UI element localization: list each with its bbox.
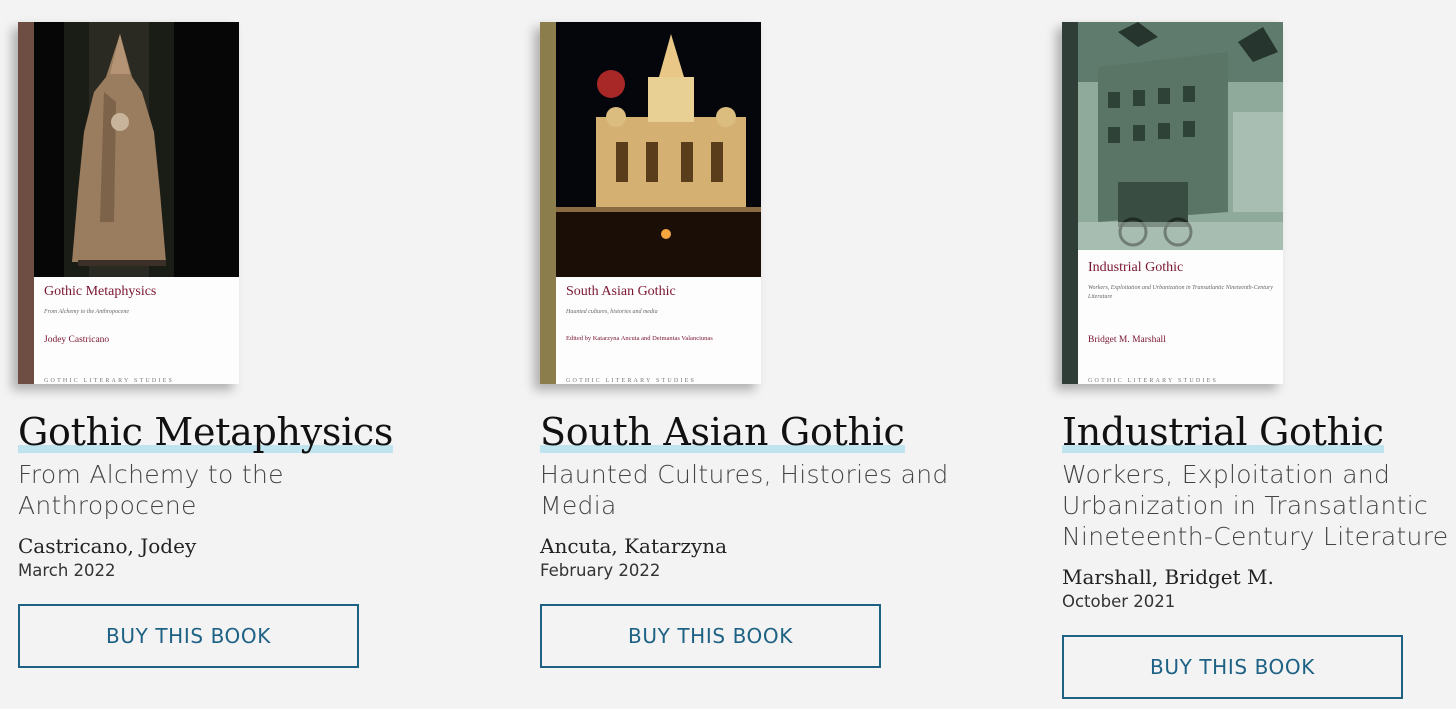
book-card-south-asian-gothic: South Asian Gothic Haunted cultures, his…: [540, 0, 980, 668]
book-cover[interactable]: Industrial Gothic Workers, Exploitation …: [1062, 22, 1283, 384]
book-title[interactable]: South Asian Gothic: [540, 411, 905, 453]
publication-date: March 2022: [18, 561, 116, 580]
cover-art-palace: [556, 22, 761, 277]
book-author: Marshall, Bridget M.: [1062, 565, 1274, 589]
buy-this-book-button[interactable]: BUY THIS BOOK: [1062, 635, 1403, 699]
cover-author: Bridget M. Marshall: [1088, 335, 1166, 345]
cover-series: GOTHIC LITERARY STUDIES: [566, 378, 697, 384]
publication-date: October 2021: [1062, 592, 1176, 611]
cover-title: South Asian Gothic: [566, 284, 676, 299]
book-author: Ancuta, Katarzyna: [540, 534, 728, 558]
cover-author: Jodey Castricano: [44, 335, 110, 345]
cover-title: Gothic Metaphysics: [44, 284, 157, 299]
buy-this-book-button[interactable]: BUY THIS BOOK: [540, 604, 881, 668]
cover-subtitle: Haunted cultures, histories and media: [566, 309, 658, 315]
book-title[interactable]: Industrial Gothic: [1062, 411, 1384, 453]
book-card-industrial-gothic: Industrial Gothic Workers, Exploitation …: [1062, 0, 1456, 699]
cover-author: Edited by Katarzyna Ancuta and Deimantas…: [566, 335, 713, 342]
cover-spine: [540, 22, 556, 384]
book-subtitle: From Alchemy to the Anthropocene: [18, 460, 284, 520]
cover-series: GOTHIC LITERARY STUDIES: [44, 378, 175, 384]
book-cover[interactable]: South Asian Gothic Haunted cultures, his…: [540, 22, 761, 384]
book-subtitle: Haunted Cultures, Histories and Media: [540, 460, 949, 520]
cover-spine: [18, 22, 34, 384]
cover-art-engraving: [1078, 22, 1283, 250]
book-subtitle: Workers, Exploitation and Urbanization i…: [1062, 460, 1449, 551]
book-cover[interactable]: Gothic Metaphysics From Alchemy to the A…: [18, 22, 239, 384]
book-author: Castricano, Jodey: [18, 534, 197, 558]
cover-subtitle: Workers, Exploitation and Urbanization i…: [1088, 285, 1273, 300]
book-title[interactable]: Gothic Metaphysics: [18, 411, 393, 453]
cover-series: GOTHIC LITERARY STUDIES: [1088, 378, 1219, 384]
publication-date: February 2022: [540, 561, 661, 580]
cover-title: Industrial Gothic: [1088, 260, 1184, 275]
cover-art-monk: [34, 22, 239, 277]
buy-this-book-button[interactable]: BUY THIS BOOK: [18, 604, 359, 668]
cover-subtitle: From Alchemy to the Anthropocene: [44, 309, 129, 315]
book-card-gothic-metaphysics: Gothic Metaphysics From Alchemy to the A…: [18, 0, 458, 668]
cover-spine: [1062, 22, 1078, 384]
